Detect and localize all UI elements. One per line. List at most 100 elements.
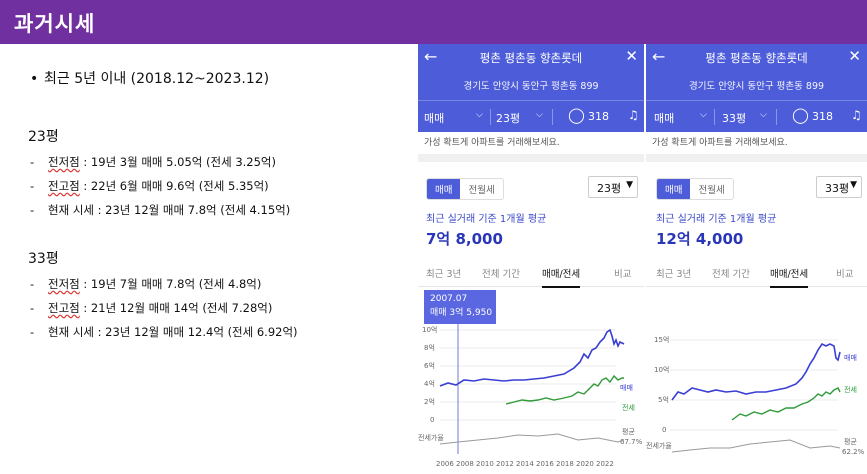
x-tick: 2020: [576, 460, 594, 468]
ratio-label: 전세가율: [418, 433, 444, 442]
slide-title: 과거시세: [14, 12, 96, 36]
app-header: ← ✕ 평촌 평촌동 향촌롯데 경기도 안양시 동안구 평촌동 899 매매 ⌵…: [646, 44, 867, 132]
item-text: : 22년 6월 매매 9.6억 (전세 5.35억): [79, 179, 269, 193]
tab-all-period[interactable]: 전체 기간: [482, 266, 520, 280]
bell-icon[interactable]: ♫: [628, 108, 639, 122]
x-tick: 2018: [556, 460, 574, 468]
tooltip-date: 2007.07: [430, 294, 468, 304]
deal-type-select[interactable]: 매매: [424, 110, 444, 126]
x-tick: 2014: [516, 460, 534, 468]
tab-all-period[interactable]: 전체 기간: [712, 266, 750, 280]
avg-label: 최근 실거래 기준 1개월 평균: [426, 214, 547, 225]
x-tick: 2022: [596, 460, 614, 468]
size-select[interactable]: 33평: [722, 110, 746, 126]
x-tick: 2016: [536, 460, 554, 468]
tab-compare[interactable]: 비교: [614, 266, 631, 280]
y-tick: 0: [662, 426, 666, 434]
avg-label: 최근 실거래 기준 1개월 평균: [656, 214, 777, 225]
tooltip-value: 매매 3억 5,950: [430, 308, 493, 318]
trade-series-label: 매매: [844, 354, 857, 362]
notes-panel: • 최근 5년 이내 (2018.12~2023.12) 23평 - 전저점 : 1…: [0, 44, 420, 474]
complex-name: 평촌 평촌동 향촌롯데: [705, 51, 808, 65]
ratio-avg-value: 67.7%: [620, 438, 643, 446]
tab-recent-3y[interactable]: 최근 3년: [426, 266, 461, 280]
tab-compare[interactable]: 비교: [836, 266, 853, 280]
comment-count[interactable]: 318: [812, 110, 833, 123]
chevron-down-icon[interactable]: ⌵: [536, 110, 543, 120]
y-tick: 0: [430, 416, 434, 424]
tab-recent-3y[interactable]: 최근 3년: [656, 266, 691, 280]
group-title-23: 23평: [28, 129, 59, 145]
jeonse-series-label: 전세: [844, 385, 857, 394]
phone-screenshot-33: ← ✕ 평촌 평촌동 향촌롯데 경기도 안양시 동안구 평촌동 899 매매 ⌵…: [646, 44, 867, 474]
tab-jeonse[interactable]: 전월세: [690, 179, 732, 199]
tab-trade[interactable]: 매매: [427, 179, 461, 199]
list-item: - 전저점 : 19년 3월 매매 5.05억 (전세 3.25억): [30, 155, 276, 169]
chevron-down-icon[interactable]: ⌵: [760, 110, 767, 120]
period-bullet: • 최근 5년 이내 (2018.12~2023.12): [30, 71, 270, 87]
y-tick: 8억: [424, 344, 435, 352]
y-tick: 6억: [424, 362, 435, 370]
ratio-series-line: [439, 433, 625, 445]
jeonse-series-label: 전세: [622, 403, 635, 412]
trade-series-line: [671, 342, 841, 401]
item-label: 전고점: [48, 301, 80, 315]
item-text: : 23년 12월 매매 7.8억 (전세 4.15억): [93, 203, 291, 217]
chevron-down-icon[interactable]: ⌵: [700, 110, 707, 120]
size-dropdown[interactable]: 23평 ▼: [588, 176, 638, 198]
y-tick: 15억: [654, 336, 669, 344]
comment-icon[interactable]: ◯: [792, 106, 809, 124]
trade-type-tabs: 매매 전월세: [656, 178, 734, 200]
clipped-text: 가성 확트게 아파트를 거래해보세요.: [652, 138, 788, 148]
period-tabs: 최근 3년 전체 기간 매매/전세 비교: [646, 258, 867, 288]
y-tick: 10억: [654, 366, 669, 374]
tab-trade-jeonse[interactable]: 매매/전세: [770, 266, 809, 288]
x-tick: 2010: [476, 460, 494, 468]
trade-series-label: 매매: [620, 384, 633, 392]
item-text: : 23년 12월 매매 12.4억 (전세 6.92억): [93, 325, 298, 339]
y-tick: 4억: [424, 380, 435, 388]
tab-trade[interactable]: 매매: [657, 179, 691, 199]
list-item: - 전고점 : 22년 6월 매매 9.6억 (전세 5.35억): [30, 179, 269, 193]
list-item: - 전고점 : 21년 12월 매매 14억 (전세 7.28억): [30, 301, 273, 315]
chevron-down-icon[interactable]: ⌵: [476, 110, 483, 120]
list-item: - 현재 시세 : 23년 12월 매매 12.4억 (전세 6.92억): [30, 325, 298, 339]
ratio-label: 전세가율: [646, 441, 672, 450]
ratio-series-line: [671, 439, 841, 453]
ratio-avg-label: 평균: [622, 427, 635, 436]
comment-count[interactable]: 318: [588, 110, 609, 123]
deal-type-select[interactable]: 매매: [654, 110, 674, 126]
period-text: 최근 5년 이내 (2018.12~2023.12): [44, 71, 270, 87]
size-dropdown[interactable]: 33평 ▼: [816, 176, 862, 198]
caret-down-icon: ▼: [626, 180, 633, 190]
item-label: 현재 시세: [48, 203, 94, 217]
price-chart: 15억 10억 5억 0 전세가율 평균 62.2% 매매 전세: [646, 336, 865, 456]
avg-price: 7억 8,000: [426, 230, 503, 248]
complex-address: 경기도 안양시 동안구 평촌동 899: [688, 81, 825, 92]
caret-down-icon: ▼: [850, 180, 857, 190]
period-tabs: 최근 3년 전체 기간 매매/전세 비교: [418, 258, 644, 288]
x-tick: 2006: [436, 460, 454, 468]
item-label: 전저점: [48, 277, 80, 291]
tab-jeonse[interactable]: 전월세: [460, 179, 502, 199]
item-label: 현재 시세: [48, 325, 94, 339]
ratio-avg-value: 62.2%: [842, 448, 865, 456]
complex-name: 평촌 평촌동 향촌롯데: [479, 51, 583, 65]
tab-trade-jeonse[interactable]: 매매/전세: [542, 266, 581, 288]
trade-series-line: [439, 328, 625, 387]
complex-address: 경기도 안양시 동안구 평촌동 899: [463, 81, 599, 92]
item-text: : 21년 12월 매매 14억 (전세 7.28억): [79, 301, 273, 315]
comment-icon[interactable]: ◯: [568, 106, 585, 124]
item-text: : 19년 3월 매매 5.05억 (전세 3.25억): [79, 155, 276, 169]
x-tick: 2008: [456, 460, 474, 468]
size-select[interactable]: 23평: [496, 110, 520, 126]
chart-tooltip: 2007.07 매매 3억 5,950: [424, 290, 496, 324]
y-tick: 10억: [422, 326, 437, 334]
ratio-avg-label: 평균: [844, 437, 857, 446]
bell-icon[interactable]: ♫: [851, 108, 862, 122]
phone-screenshot-23: ← ✕ 평촌 평촌동 향촌롯데 경기도 안양시 동안구 평촌동 899 매매 ⌵…: [418, 44, 644, 474]
group-title-33: 33평: [28, 251, 59, 267]
item-label: 전저점: [48, 155, 80, 169]
y-tick: 5억: [658, 396, 669, 404]
filter-bar: 매매 ⌵ 23평 ⌵ ◯ 318 ♫: [418, 100, 644, 131]
